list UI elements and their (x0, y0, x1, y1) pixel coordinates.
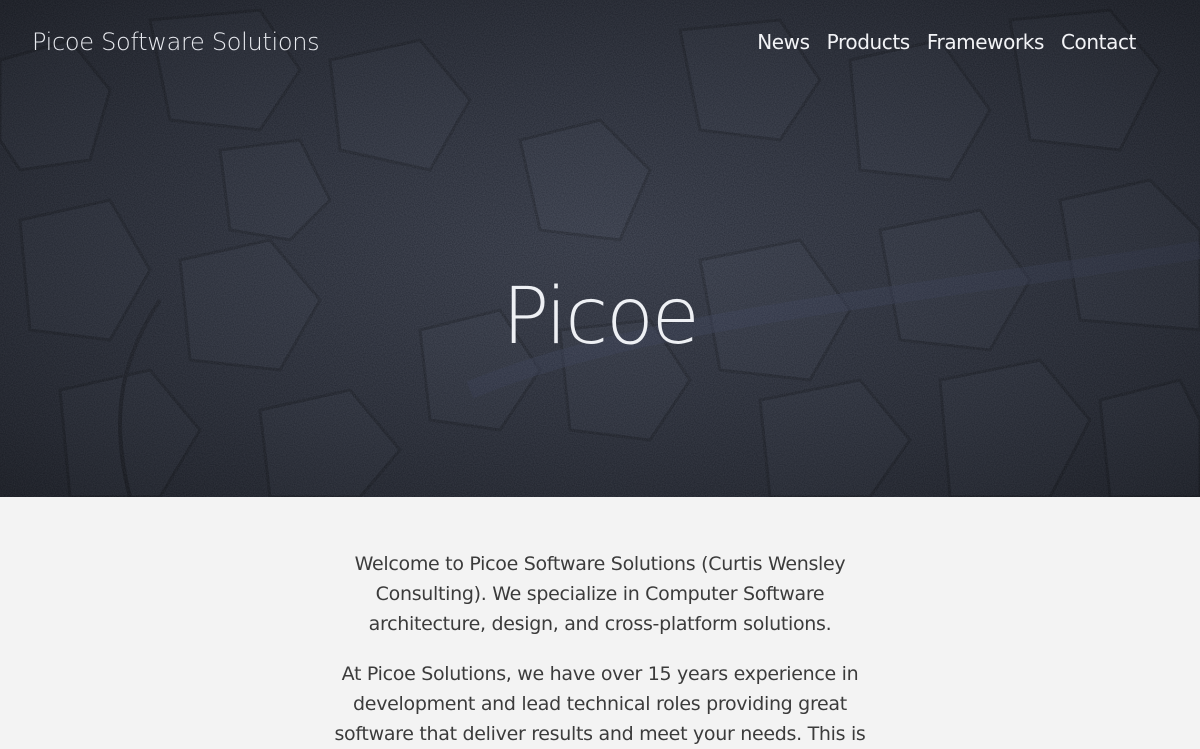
nav-contact[interactable]: Contact (1061, 30, 1136, 54)
nav-frameworks[interactable]: Frameworks (927, 30, 1045, 54)
hero-banner: Picoe Software Solutions News Products F… (0, 0, 1200, 497)
main-nav: News Products Frameworks Contact (757, 30, 1136, 54)
hero-title: Picoe (502, 272, 700, 362)
nav-products[interactable]: Products (827, 30, 911, 54)
intro-paragraph-experience: At Picoe Solutions, we have over 15 year… (334, 663, 866, 745)
nav-news[interactable]: News (757, 30, 810, 54)
rock-texture-background (0, 0, 1200, 497)
intro-section: Welcome to Picoe Software Solutions (Cur… (0, 497, 1200, 745)
site-brand-link[interactable]: Picoe Software Solutions (32, 28, 320, 56)
intro-paragraph-welcome: Welcome to Picoe Software Solutions (Cur… (354, 553, 846, 635)
